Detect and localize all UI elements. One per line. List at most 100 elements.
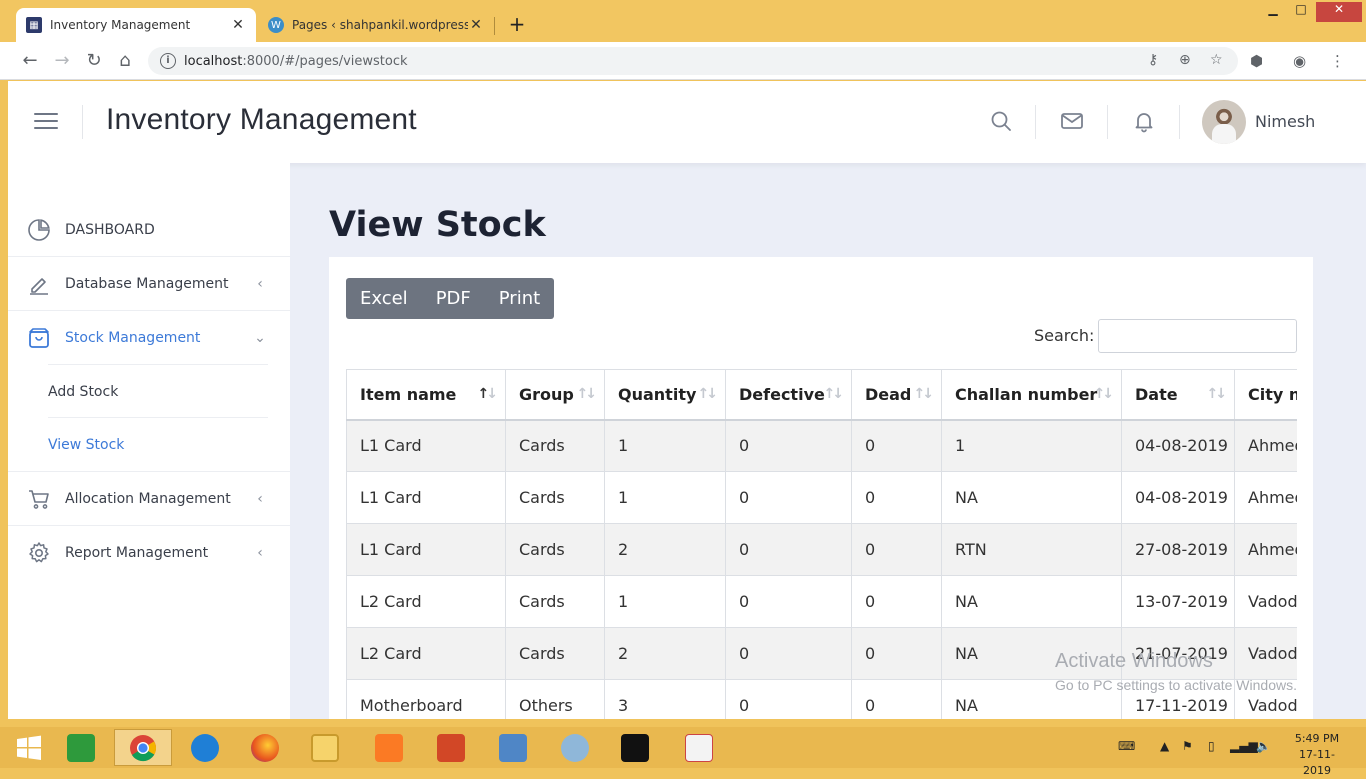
forward-arrow-icon[interactable]: → xyxy=(51,50,73,72)
tab-divider xyxy=(494,17,495,35)
table-row: L2 Card Cards 1 0 0 NA 13-07-2019 Vadoda… xyxy=(346,575,1297,628)
action-center-flag-icon[interactable]: ⚑ xyxy=(1182,739,1193,753)
column-header-item-name[interactable]: Item name ↑↓ xyxy=(346,369,506,421)
dashboard-pie-icon xyxy=(28,218,50,241)
taskbar-ie[interactable] xyxy=(176,729,234,766)
command-prompt-icon xyxy=(621,733,649,762)
palette-icon xyxy=(561,733,589,762)
taskbar-explorer[interactable] xyxy=(296,729,354,766)
column-header-label: Item name xyxy=(360,384,457,404)
taskbar-firefox[interactable] xyxy=(236,729,294,766)
tab-close-icon[interactable]: ✕ xyxy=(230,17,246,33)
system-clock[interactable]: 5:49 PM 17-11-2019 xyxy=(1286,731,1348,779)
url-host: localhost xyxy=(184,53,243,69)
table-row: L1 Card Cards 1 0 0 NA 04-08-2019 Ahmeda… xyxy=(346,471,1297,524)
back-arrow-icon[interactable]: ← xyxy=(19,50,41,72)
sidebar-item-stock-management[interactable]: Stock Management ⌄ xyxy=(8,311,290,365)
search-label: Search: xyxy=(1034,326,1095,345)
zoom-icon[interactable]: ⊕ xyxy=(1179,52,1191,68)
profile-icon[interactable]: ◉ xyxy=(1293,52,1306,70)
cell-group: Cards xyxy=(505,471,605,524)
cell-date: 13-07-2019 xyxy=(1121,575,1235,628)
activate-windows-watermark: Activate Windows Go to PC settings to ac… xyxy=(1055,650,1297,693)
column-header-label: Defective xyxy=(739,384,825,404)
submenu-item-view-stock[interactable]: View Stock xyxy=(48,418,268,471)
taskbar-powerpoint[interactable] xyxy=(422,729,480,766)
taskbar-java[interactable] xyxy=(670,729,728,766)
browser-tab-inventory[interactable]: ▦ Inventory Management ✕ xyxy=(16,8,256,42)
cell-dead: 0 xyxy=(851,523,942,576)
excel-export-button[interactable]: Excel xyxy=(346,278,422,319)
home-icon[interactable]: ⌂ xyxy=(114,50,136,72)
table-row: L1 Card Cards 2 0 0 RTN 27-08-2019 Ahmed… xyxy=(346,523,1297,576)
print-button[interactable]: Print xyxy=(485,278,554,319)
cube-icon xyxy=(499,733,527,762)
sidebar-item-dashboard[interactable]: DASHBOARD xyxy=(8,203,290,257)
tray-expand-icon[interactable]: ▲ xyxy=(1160,739,1169,753)
volume-icon[interactable]: 🔈 xyxy=(1256,739,1271,753)
taskbar-chrome[interactable] xyxy=(114,729,172,766)
column-header-challan-number[interactable]: Challan number ↑↓ xyxy=(941,369,1122,421)
column-header-dead[interactable]: Dead ↑↓ xyxy=(851,369,942,421)
hamburger-menu-icon[interactable] xyxy=(34,113,58,134)
cell-defective: 0 xyxy=(725,679,852,719)
sort-icon: ↑↓ xyxy=(697,386,719,402)
powerpoint-icon xyxy=(437,733,465,762)
submenu-item-add-stock[interactable]: Add Stock xyxy=(48,365,268,418)
table-row: L1 Card Cards 1 0 0 1 04-08-2019 Ahmedab… xyxy=(346,419,1297,472)
chevron-left-icon: ‹ xyxy=(257,275,263,292)
cell-group: Cards xyxy=(505,419,605,472)
cell-item-name: L2 Card xyxy=(346,627,506,680)
browser-tab-wordpress[interactable]: W Pages ‹ shahpankil.wordpress.com ✕ xyxy=(258,8,494,42)
header-divider xyxy=(1107,105,1108,139)
cell-group: Cards xyxy=(505,523,605,576)
user-name[interactable]: Nimesh xyxy=(1255,112,1315,131)
sidebar-item-allocation-management[interactable]: Allocation Management ‹ xyxy=(8,472,290,526)
reload-icon[interactable]: ↻ xyxy=(83,50,105,72)
taskbar-paint[interactable] xyxy=(546,729,604,766)
pdf-export-button[interactable]: PDF xyxy=(422,278,485,319)
sidebar-item-report-management[interactable]: Report Management ‹ xyxy=(8,526,290,580)
header-divider xyxy=(82,105,83,139)
mail-icon[interactable] xyxy=(1060,109,1084,133)
sidebar-item-database-management[interactable]: Database Management ‹ xyxy=(8,257,290,311)
column-header-defective[interactable]: Defective ↑↓ xyxy=(725,369,852,421)
keyboard-icon[interactable]: ⌨ xyxy=(1118,739,1135,753)
column-header-group[interactable]: Group ↑↓ xyxy=(505,369,605,421)
header-divider xyxy=(1179,105,1180,139)
column-header-date[interactable]: Date ↑↓ xyxy=(1121,369,1235,421)
bell-icon[interactable] xyxy=(1132,109,1156,133)
tab-close-icon[interactable]: ✕ xyxy=(468,17,484,33)
close-window-button[interactable]: ✕ xyxy=(1316,2,1362,22)
extension-shield-icon[interactable]: ⬢ xyxy=(1250,52,1263,70)
firefox-icon xyxy=(251,733,279,762)
column-header-label: Quantity xyxy=(618,384,697,404)
table-search-input[interactable] xyxy=(1098,319,1297,353)
user-avatar[interactable] xyxy=(1202,100,1246,144)
taskbar-store[interactable] xyxy=(52,729,110,766)
sort-icon: ↑↓ xyxy=(913,386,935,402)
signal-icon[interactable]: ▂▄▆ xyxy=(1230,739,1258,753)
column-header-label: Group xyxy=(519,384,574,404)
cell-quantity: 1 xyxy=(604,471,726,524)
taskbar-xampp[interactable] xyxy=(360,729,418,766)
internet-explorer-icon xyxy=(191,733,219,762)
key-icon[interactable]: ⚷ xyxy=(1148,52,1158,68)
bookmark-star-icon[interactable]: ☆ xyxy=(1210,52,1223,68)
battery-icon[interactable]: ▯ xyxy=(1208,739,1215,753)
browser-menu-icon[interactable]: ⋮ xyxy=(1330,52,1345,70)
cell-defective: 0 xyxy=(725,523,852,576)
column-header-city-name[interactable]: City name↑↓ xyxy=(1234,369,1297,421)
taskbar-cmd[interactable] xyxy=(606,729,664,766)
new-tab-button[interactable]: + xyxy=(506,14,528,36)
cell-challan-number: NA xyxy=(941,471,1122,524)
column-header-quantity[interactable]: Quantity ↑↓ xyxy=(604,369,726,421)
tab-title: Pages ‹ shahpankil.wordpress.com xyxy=(292,18,468,32)
minimize-button[interactable]: ▁ xyxy=(1260,2,1286,22)
maximize-button[interactable]: □ xyxy=(1288,2,1314,22)
start-button[interactable] xyxy=(0,729,58,766)
search-icon[interactable] xyxy=(989,109,1013,133)
taskbar-virtualbox[interactable] xyxy=(484,729,542,766)
address-bar[interactable]: i localhost:8000/#/pages/viewstock ⚷ ⊕ ☆ xyxy=(148,47,1238,75)
site-info-icon[interactable]: i xyxy=(160,53,176,69)
